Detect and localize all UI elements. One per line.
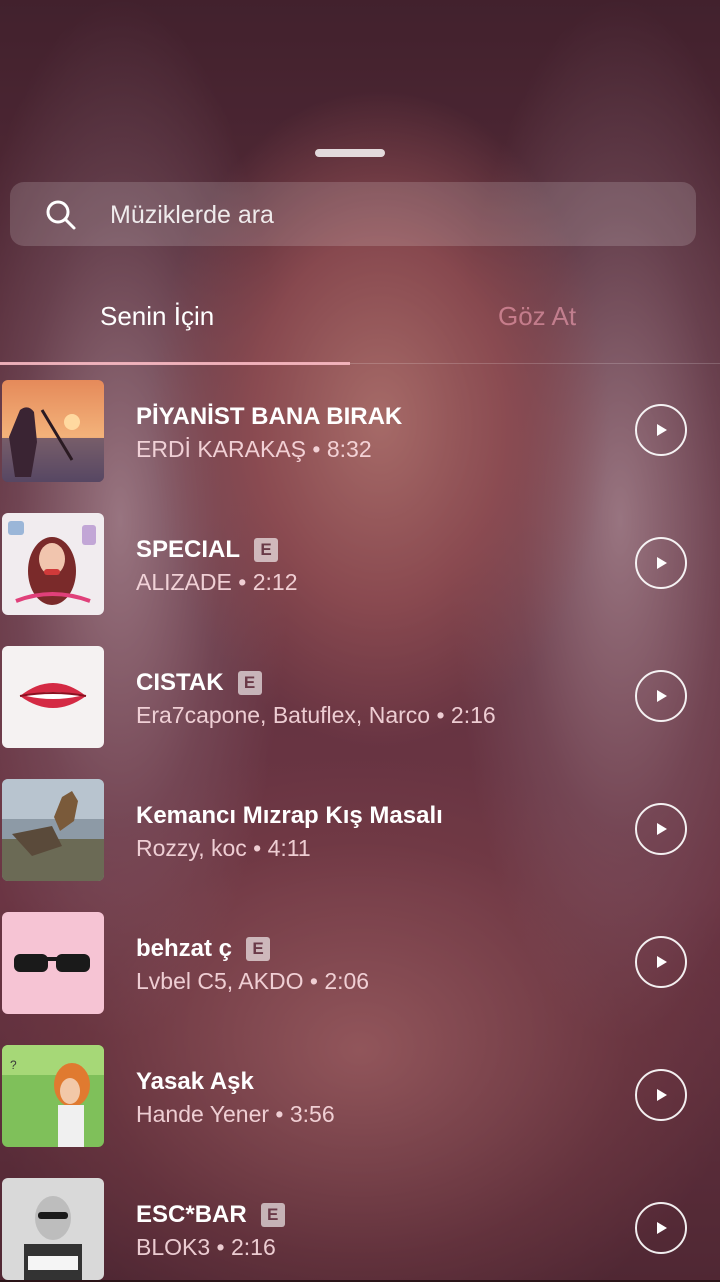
track-artist: Lvbel C5, AKDO	[136, 968, 304, 994]
track-artist: Rozzy, koc	[136, 835, 247, 861]
play-button[interactable]	[635, 670, 687, 722]
track-row[interactable]: SPECIAL E ALIZADE • 2:12	[0, 513, 720, 617]
play-button[interactable]	[635, 1202, 687, 1254]
tab-active-indicator	[0, 362, 350, 365]
track-meta: BLOK3 • 2:16	[136, 1234, 276, 1261]
track-title: Kemancı Mızrap Kış Masalı	[136, 802, 443, 829]
album-cover: ?	[2, 1045, 104, 1147]
album-cover	[2, 912, 104, 1014]
search-input[interactable]	[108, 192, 672, 238]
album-cover	[2, 513, 104, 615]
album-cover	[2, 646, 104, 748]
play-icon	[657, 557, 667, 569]
explicit-badge: E	[260, 1203, 285, 1227]
meta-separator: •	[231, 569, 253, 595]
track-duration: 2:12	[252, 569, 298, 595]
meta-separator: •	[246, 835, 268, 861]
meta-separator: •	[430, 702, 451, 728]
track-duration: 2:16	[231, 1234, 276, 1260]
track-duration: 2:06	[324, 968, 370, 994]
drag-handle[interactable]	[315, 149, 385, 157]
track-artist: ALIZADE	[136, 569, 232, 595]
explicit-badge: E	[237, 671, 262, 695]
tab-bar: Senin İçin Göz At	[0, 285, 720, 365]
track-duration: 8:32	[326, 436, 372, 462]
track-row[interactable]: CISTAK E Era7capone, Batuflex, Narco • 2…	[0, 646, 720, 750]
meta-separator: •	[269, 1101, 290, 1127]
track-row[interactable]: Kemancı Mızrap Kış Masalı Rozzy, koc • 4…	[0, 779, 720, 883]
track-title: PİYANİST BANA BIRAK	[136, 403, 403, 430]
play-button[interactable]	[635, 404, 687, 456]
meta-separator: •	[210, 1234, 231, 1260]
album-cover	[2, 380, 104, 482]
meta-separator: •	[306, 436, 327, 462]
track-duration: 4:11	[267, 835, 311, 861]
play-icon	[657, 956, 667, 968]
track-row[interactable]: ESC*BAR E BLOK3 • 2:16	[0, 1178, 720, 1282]
play-icon	[657, 1089, 667, 1101]
album-cover	[2, 779, 104, 881]
album-cover	[2, 1178, 104, 1280]
track-meta: ALIZADE • 2:12	[136, 569, 297, 596]
svg-text:?: ?	[10, 1058, 17, 1072]
tab-browse[interactable]: Göz At	[498, 301, 576, 332]
play-button[interactable]	[635, 537, 687, 589]
track-meta: Lvbel C5, AKDO • 2:06	[136, 968, 369, 995]
track-meta: Rozzy, koc • 4:11	[136, 835, 311, 862]
track-artist: ERDİ KARAKAŞ	[136, 436, 306, 462]
track-duration: 3:56	[289, 1101, 335, 1127]
play-icon	[657, 424, 667, 436]
track-artist: Hande Yener	[136, 1101, 270, 1127]
track-row[interactable]: behzat ç E Lvbel C5, AKDO • 2:06	[0, 912, 720, 1016]
meta-separator: •	[303, 968, 325, 994]
music-picker-sheet: Senin İçin Göz At PİYANİST BANA BIRAK	[0, 0, 720, 1280]
track-title: ESC*BAR	[136, 1201, 247, 1228]
track-title: Yasak Aşk	[136, 1068, 254, 1095]
play-button[interactable]	[635, 803, 687, 855]
track-meta: Hande Yener • 3:56	[136, 1101, 335, 1128]
play-button[interactable]	[635, 1069, 687, 1121]
search-icon	[46, 200, 76, 230]
track-title: behzat ç	[136, 935, 233, 962]
play-button[interactable]	[635, 936, 687, 988]
track-meta: Era7capone, Batuflex, Narco • 2:16	[136, 702, 496, 729]
track-row[interactable]: ? Yasak Aşk Hande Yener • 3:56	[0, 1045, 720, 1149]
search-bar[interactable]	[10, 182, 696, 246]
play-icon	[657, 1222, 667, 1234]
track-artist: BLOK3	[136, 1234, 211, 1260]
track-duration: 2:16	[450, 702, 496, 728]
track-title: CISTAK	[136, 669, 224, 696]
explicit-badge: E	[246, 937, 271, 961]
track-title: SPECIAL	[136, 536, 241, 563]
play-icon	[657, 690, 667, 702]
play-icon	[657, 823, 667, 835]
track-meta: ERDİ KARAKAŞ • 8:32	[136, 436, 372, 463]
explicit-badge: E	[254, 538, 279, 562]
track-row[interactable]: PİYANİST BANA BIRAK ERDİ KARAKAŞ • 8:32	[0, 380, 720, 484]
track-artist: Era7capone, Batuflex, Narco	[136, 702, 431, 728]
tab-for-you[interactable]: Senin İçin	[100, 301, 214, 332]
